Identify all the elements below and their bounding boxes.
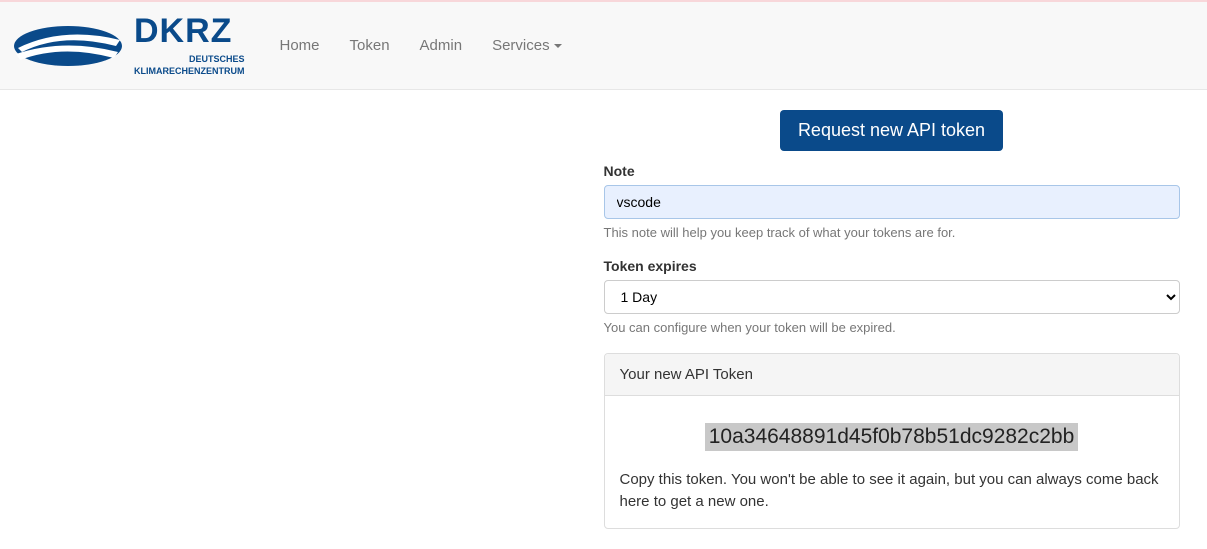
nav-token[interactable]: Token bbox=[335, 22, 405, 69]
request-token-button[interactable]: Request new API token bbox=[780, 110, 1003, 151]
expires-label: Token expires bbox=[604, 258, 1180, 274]
nav-home[interactable]: Home bbox=[265, 22, 335, 69]
note-label: Note bbox=[604, 163, 1180, 179]
token-instructions: Copy this token. You won't be able to se… bbox=[620, 469, 1164, 513]
brand-text: DKRZ DEUTSCHES KLIMARECHENZENTRUM bbox=[134, 14, 245, 77]
expires-help: You can configure when your token will b… bbox=[604, 320, 1180, 335]
token-panel-heading: Your new API Token bbox=[605, 354, 1179, 396]
navbar: DKRZ DEUTSCHES KLIMARECHENZENTRUM Home T… bbox=[0, 2, 1207, 90]
nav-links: Home Token Admin Services bbox=[265, 22, 577, 69]
expires-select[interactable]: 1 Day bbox=[604, 280, 1180, 314]
brand-name: DKRZ bbox=[134, 14, 245, 48]
nav-admin[interactable]: Admin bbox=[405, 22, 478, 69]
token-panel-body: 10a34648891d45f0b78b51dc9282c2bb Copy th… bbox=[605, 396, 1179, 528]
brand-logo[interactable]: DKRZ DEUTSCHES KLIMARECHENZENTRUM bbox=[8, 10, 255, 81]
token-display: 10a34648891d45f0b78b51dc9282c2bb bbox=[620, 423, 1164, 451]
chevron-down-icon bbox=[554, 44, 562, 48]
note-help: This note will help you keep track of wh… bbox=[604, 225, 1180, 240]
nav-services[interactable]: Services bbox=[477, 22, 577, 69]
token-value[interactable]: 10a34648891d45f0b78b51dc9282c2bb bbox=[705, 423, 1079, 451]
note-input[interactable] bbox=[604, 185, 1180, 219]
dkrz-logo-icon bbox=[8, 18, 128, 74]
note-group: Note This note will help you keep track … bbox=[604, 163, 1180, 240]
expires-group: Token expires 1 Day You can configure wh… bbox=[604, 258, 1180, 335]
main-container: Request new API token Note This note wil… bbox=[4, 90, 1204, 549]
brand-subtitle: DEUTSCHES KLIMARECHENZENTRUM bbox=[134, 54, 245, 77]
token-panel: Your new API Token 10a34648891d45f0b78b5… bbox=[604, 353, 1180, 529]
